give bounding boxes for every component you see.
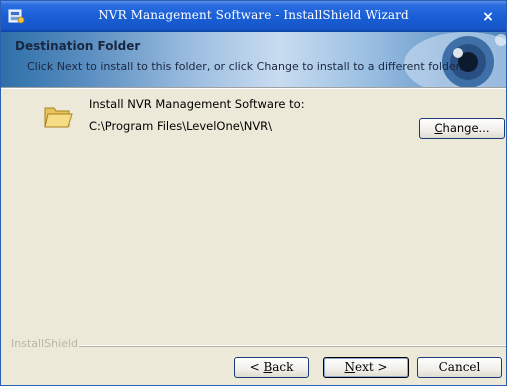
close-icon: × [482,9,494,25]
folder-icon [44,107,73,128]
title-bar[interactable]: NVR Management Software - InstallShield … [1,1,506,32]
back-prefix: < [249,360,264,374]
back-button[interactable]: < Back [234,357,309,378]
cancel-button[interactable]: Cancel [417,357,502,378]
page-subtitle: Click Next to install to this folder, or… [27,60,463,73]
installshield-brand: InstallShield [11,337,78,350]
wizard-header-banner: Destination Folder Click Next to install… [1,32,506,87]
page-title: Destination Folder [15,39,141,53]
footer-divider [79,345,506,347]
next-label: ext > [354,360,388,374]
next-button[interactable]: Next > [323,357,409,378]
window-title: NVR Management Software - InstallShield … [98,8,409,22]
install-destination-label: Install NVR Management Software to: [89,97,305,111]
change-label: hange... [442,121,490,135]
content-area: Install NVR Management Software to: C:\P… [1,89,506,339]
close-button[interactable]: × [478,7,498,27]
change-button[interactable]: Change... [419,118,505,139]
next-mnemonic: N [344,360,355,374]
installer-window: NVR Management Software - InstallShield … [0,0,507,386]
back-mnemonic: B [263,360,273,374]
install-path-value: C:\Program Files\LevelOne\NVR\ [89,119,273,133]
change-mnemonic: C [434,121,443,135]
back-label: ack [272,360,294,374]
